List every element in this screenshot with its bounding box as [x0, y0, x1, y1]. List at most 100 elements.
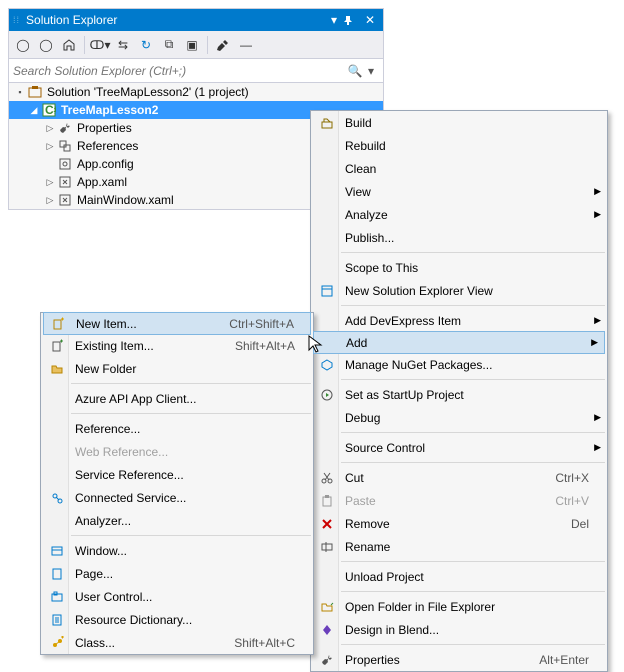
- menu-item-new-item[interactable]: New Item...Ctrl+Shift+A: [43, 312, 311, 335]
- expand-icon[interactable]: ▷: [43, 141, 57, 152]
- expand-icon[interactable]: ▷: [43, 123, 57, 134]
- menu-item-clean[interactable]: Clean: [311, 157, 607, 180]
- menu-separator: [341, 462, 605, 463]
- menu-item-label: Analyze: [339, 208, 589, 222]
- pin-button[interactable]: [343, 15, 361, 25]
- dropdown-button[interactable]: ▾: [325, 13, 343, 27]
- collapse-button[interactable]: ⧉: [159, 35, 179, 55]
- menu-item-label: New Item...: [70, 317, 219, 331]
- menu-item-add-devexpress-item[interactable]: Add DevExpress Item▶: [311, 309, 607, 332]
- menu-item-label: Source Control: [339, 441, 589, 455]
- submenu-arrow-icon: ▶: [594, 186, 601, 197]
- menu-item-new-folder[interactable]: New Folder: [41, 357, 313, 380]
- expand-icon[interactable]: ▷: [43, 195, 57, 206]
- menu-shortcut: Ctrl+X: [545, 471, 589, 485]
- search-input[interactable]: [13, 64, 347, 78]
- cut-icon: [315, 471, 339, 485]
- svg-text:C#: C#: [45, 103, 56, 117]
- menu-shortcut: Shift+Alt+A: [225, 339, 295, 353]
- menu-item-web-reference[interactable]: Web Reference...: [41, 440, 313, 463]
- menu-item-build[interactable]: Build: [311, 111, 607, 134]
- menu-separator: [341, 591, 605, 592]
- menu-item-remove[interactable]: RemoveDel: [311, 512, 607, 535]
- menu-item-class[interactable]: Class...Shift+Alt+C: [41, 631, 313, 654]
- menu-item-open-folder-in-file-explorer[interactable]: Open Folder in File Explorer: [311, 595, 607, 618]
- menu-item-window[interactable]: Window...: [41, 539, 313, 562]
- menu-separator: [341, 379, 605, 380]
- history-button[interactable]: ↀ▾: [90, 35, 110, 55]
- references-icon: [57, 138, 73, 154]
- close-button[interactable]: ✕: [361, 13, 379, 27]
- config-icon: [57, 156, 73, 172]
- window-icon: [45, 544, 69, 558]
- menu-item-set-as-startup-project[interactable]: Set as StartUp Project: [311, 383, 607, 406]
- paste-icon: [315, 494, 339, 508]
- menu-item-label: Unload Project: [339, 570, 589, 584]
- search-icon[interactable]: 🔍: [347, 64, 363, 78]
- menu-item-paste[interactable]: PasteCtrl+V: [311, 489, 607, 512]
- menu-item-label: Azure API App Client...: [69, 392, 295, 406]
- menu-item-label: Web Reference...: [69, 445, 295, 459]
- menu-item-source-control[interactable]: Source Control▶: [311, 436, 607, 459]
- menu-item-publish[interactable]: Publish...: [311, 226, 607, 249]
- node-label: MainWindow.xaml: [76, 193, 174, 207]
- context-menu: Build RebuildClean View ▶ Analyze ▶ Publish...…: [310, 110, 608, 672]
- showall-button[interactable]: ▣: [182, 35, 202, 55]
- search-bar: 🔍 ▾: [9, 59, 383, 83]
- refresh-button[interactable]: ↻: [136, 35, 156, 55]
- menu-item-service-reference[interactable]: Service Reference...: [41, 463, 313, 486]
- menu-item-user-control[interactable]: User Control...: [41, 585, 313, 608]
- menu-separator: [341, 561, 605, 562]
- preview-button[interactable]: —: [236, 35, 256, 55]
- menu-item-page[interactable]: Page...: [41, 562, 313, 585]
- menu-item-analyzer[interactable]: Analyzer...: [41, 509, 313, 532]
- menu-item-scope-to-this[interactable]: Scope to This: [311, 256, 607, 279]
- menu-item-design-in-blend[interactable]: Design in Blend...: [311, 618, 607, 641]
- solution-node[interactable]: ▪ Solution 'TreeMapLesson2' (1 project): [9, 83, 383, 101]
- menu-separator: [71, 413, 311, 414]
- menu-item-cut[interactable]: CutCtrl+X: [311, 466, 607, 489]
- menu-item-connected-service[interactable]: Connected Service...: [41, 486, 313, 509]
- search-dropdown-icon[interactable]: ▾: [363, 64, 379, 78]
- menu-item-unload-project[interactable]: Unload Project: [311, 565, 607, 588]
- class-icon: [45, 636, 69, 650]
- forward-button[interactable]: ◯: [36, 35, 56, 55]
- home-button[interactable]: [59, 35, 79, 55]
- menu-item-existing-item[interactable]: Existing Item...Shift+Alt+A: [41, 334, 313, 357]
- add-submenu: New Item...Ctrl+Shift+AExisting Item...S…: [40, 312, 314, 655]
- menu-item-analyze[interactable]: Analyze ▶: [311, 203, 607, 226]
- submenu-arrow-icon: ▶: [594, 209, 601, 220]
- expand-icon[interactable]: ▪: [13, 87, 27, 97]
- sync-button[interactable]: ⇆: [113, 35, 133, 55]
- back-button[interactable]: ◯: [13, 35, 33, 55]
- menu-item-label: View: [339, 185, 589, 199]
- blend-icon: [315, 623, 339, 637]
- menu-item-azure-api-app-client[interactable]: Azure API App Client...: [41, 387, 313, 410]
- menu-item-reference[interactable]: Reference...: [41, 417, 313, 440]
- page-icon: [45, 567, 69, 581]
- menu-item-manage-nuget-packages[interactable]: Manage NuGet Packages...: [311, 353, 607, 376]
- menu-item-label: Open Folder in File Explorer: [339, 600, 589, 614]
- menu-item-view[interactable]: View ▶: [311, 180, 607, 203]
- xaml-icon: [57, 192, 73, 208]
- menu-separator: [341, 305, 605, 306]
- toolbar: ◯ ◯ ↀ▾ ⇆ ↻ ⧉ ▣ —: [9, 31, 383, 59]
- menu-item-new-solution-explorer-view[interactable]: New Solution Explorer View: [311, 279, 607, 302]
- titlebar: ⁞⁞ Solution Explorer ▾ ✕: [9, 9, 383, 31]
- menu-item-add[interactable]: Add▶: [313, 331, 605, 354]
- menu-item-label: Analyzer...: [69, 514, 295, 528]
- wrench-icon: [57, 120, 73, 136]
- build-icon: [315, 116, 339, 130]
- menu-item-debug[interactable]: Debug▶: [311, 406, 607, 429]
- menu-item-rename[interactable]: Rename: [311, 535, 607, 558]
- menu-item-resource-dictionary[interactable]: Resource Dictionary...: [41, 608, 313, 631]
- expand-icon[interactable]: ◢: [27, 105, 41, 116]
- menu-item-properties[interactable]: PropertiesAlt+Enter: [311, 648, 607, 671]
- menu-item-rebuild[interactable]: Rebuild: [311, 134, 607, 157]
- newfolder-icon: [45, 362, 69, 376]
- menu-separator: [341, 644, 605, 645]
- menu-item-label: Debug: [339, 411, 589, 425]
- expand-icon[interactable]: ▷: [43, 177, 57, 188]
- properties-button[interactable]: [213, 35, 233, 55]
- menu-item-label: Build: [339, 116, 589, 130]
